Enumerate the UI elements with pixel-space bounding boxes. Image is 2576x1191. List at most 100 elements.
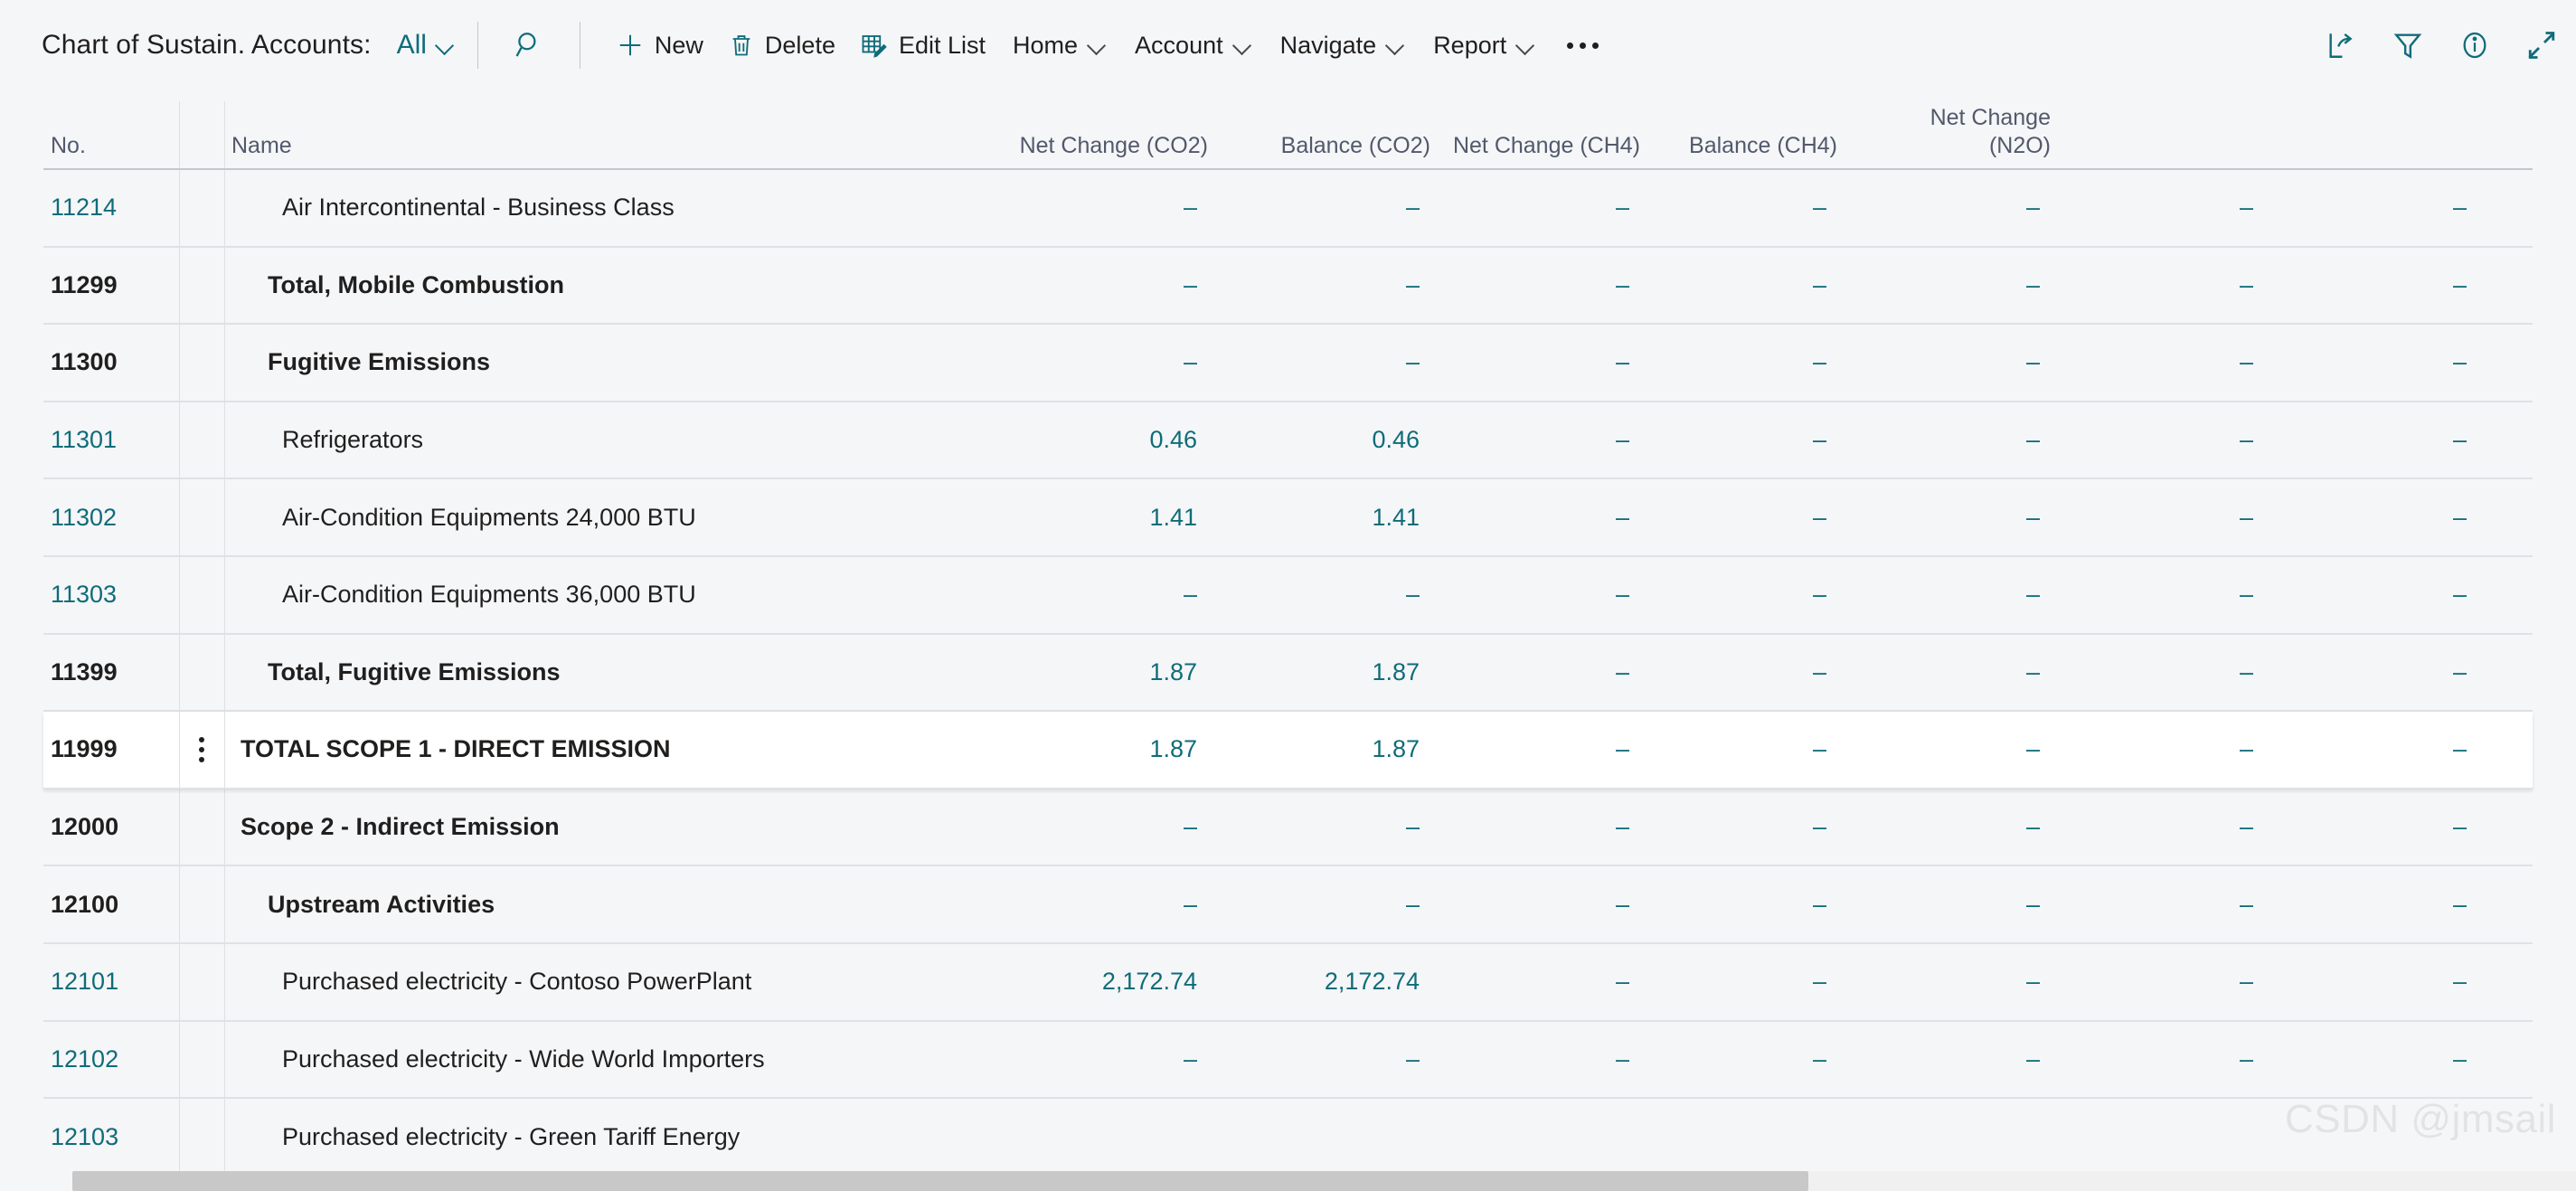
cell-value[interactable] <box>2051 1099 2264 1177</box>
cell-value[interactable]: – <box>2051 789 2264 865</box>
cell-value[interactable]: – <box>1640 557 1837 633</box>
cell-value[interactable]: – <box>1430 402 1640 478</box>
cell-value[interactable]: – <box>1640 944 1837 1020</box>
cell-value[interactable]: 0.46 <box>948 402 1208 478</box>
cell-value[interactable] <box>1208 1099 1430 1177</box>
cell-value[interactable]: – <box>1430 479 1640 555</box>
cell-value[interactable]: – <box>1640 635 1837 711</box>
cell-no[interactable]: 12000 <box>43 789 179 865</box>
cell-value[interactable]: – <box>1640 1022 1837 1098</box>
cell-value[interactable]: 1.87 <box>948 635 1208 711</box>
cell-value[interactable]: – <box>1208 325 1430 401</box>
cell-value[interactable]: – <box>1837 325 2051 401</box>
cell-value[interactable]: – <box>2264 1022 2477 1098</box>
cell-value[interactable]: – <box>948 557 1208 633</box>
cell-no[interactable]: 11302 <box>43 479 179 555</box>
cell-name[interactable]: Air-Condition Equipments 24,000 BTU <box>224 479 948 555</box>
cell-value[interactable]: – <box>2264 557 2477 633</box>
cell-name[interactable]: Upstream Activities <box>224 866 948 942</box>
cell-value[interactable]: 0.46 <box>1208 402 1430 478</box>
cell-name[interactable]: Purchased electricity - Wide World Impor… <box>224 1022 948 1098</box>
menu-home[interactable]: Home <box>998 23 1120 69</box>
menu-report[interactable]: Report <box>1419 23 1549 69</box>
cell-value[interactable]: – <box>1837 479 2051 555</box>
cell-value[interactable]: – <box>2051 712 2264 788</box>
table-row[interactable]: 12103 Purchased electricity - Green Tarif… <box>43 1099 2533 1177</box>
cell-value[interactable]: – <box>2264 789 2477 865</box>
cell-value[interactable]: – <box>2051 248 2264 324</box>
column-header-net-change-co2[interactable]: Net Change (CO2) <box>948 132 1208 160</box>
table-row[interactable]: 12101 Purchased electricity - Contoso Pow… <box>43 943 2533 1022</box>
cell-value[interactable]: – <box>1837 248 2051 324</box>
cell-value[interactable]: – <box>1837 635 2051 711</box>
horizontal-scrollbar-thumb[interactable] <box>72 1171 1808 1191</box>
cell-value[interactable]: – <box>2051 557 2264 633</box>
cell-value[interactable]: – <box>1837 944 2051 1020</box>
cell-value[interactable] <box>1640 1099 1837 1177</box>
cell-name[interactable]: Scope 2 - Indirect Emission <box>224 789 948 865</box>
cell-value[interactable]: 1.41 <box>1208 479 1430 555</box>
cell-name[interactable]: Purchased electricity - Green Tariff Ene… <box>224 1099 948 1177</box>
cell-value[interactable]: – <box>1837 866 2051 942</box>
cell-no[interactable]: 12101 <box>43 944 179 1020</box>
cell-value[interactable]: – <box>1837 402 2051 478</box>
cell-no[interactable]: 11300 <box>43 325 179 401</box>
cell-value[interactable]: – <box>1430 325 1640 401</box>
search-button[interactable] <box>502 18 556 72</box>
cell-name[interactable]: Fugitive Emissions <box>224 325 948 401</box>
cell-value[interactable] <box>948 1099 1208 1177</box>
cell-value[interactable]: – <box>1208 1022 1430 1098</box>
menu-navigate[interactable]: Navigate <box>1266 23 1420 69</box>
table-row[interactable]: 11301 Refrigerators 0.46 0.46 – – – – – <box>43 402 2533 480</box>
cell-value[interactable]: – <box>2051 479 2264 555</box>
cell-value[interactable]: – <box>1837 712 2051 788</box>
collapse-button[interactable] <box>2515 18 2569 72</box>
cell-value[interactable]: – <box>1430 170 1640 246</box>
new-button[interactable]: New <box>604 23 716 69</box>
cell-value[interactable]: – <box>2264 866 2477 942</box>
cell-no[interactable]: 11999 <box>43 712 179 788</box>
table-row[interactable]: 12102 Purchased electricity - Wide World … <box>43 1021 2533 1100</box>
cell-value[interactable]: – <box>1208 170 1430 246</box>
cell-value[interactable]: – <box>1837 789 2051 865</box>
view-selector[interactable]: All <box>397 30 454 61</box>
cell-value[interactable]: – <box>948 325 1208 401</box>
more-options-button[interactable] <box>1549 30 1617 61</box>
cell-value[interactable]: – <box>948 248 1208 324</box>
cell-name[interactable]: Refrigerators <box>224 402 948 478</box>
cell-value[interactable]: 1.87 <box>1208 712 1430 788</box>
cell-value[interactable]: – <box>1430 712 1640 788</box>
table-row[interactable]: 11299 Total, Mobile Combustion – – – – – – – <box>43 247 2533 326</box>
column-header-name[interactable]: Name <box>231 132 292 160</box>
cell-value[interactable] <box>1837 1099 2051 1177</box>
table-row[interactable]: 12100 Upstream Activities – – – – – – – <box>43 866 2533 944</box>
info-button[interactable] <box>2448 18 2502 72</box>
cell-value[interactable]: 2,172.74 <box>1208 944 1430 1020</box>
cell-name[interactable]: Air-Condition Equipments 36,000 BTU <box>224 557 948 633</box>
cell-no[interactable]: 11399 <box>43 635 179 711</box>
column-divider[interactable] <box>179 101 180 168</box>
table-row[interactable]: 11214 Air Intercontinental - Business Cla… <box>43 170 2533 248</box>
cell-value[interactable]: – <box>2264 170 2477 246</box>
cell-value[interactable]: – <box>1430 635 1640 711</box>
cell-value[interactable]: – <box>1837 1022 2051 1098</box>
filter-button[interactable] <box>2381 18 2435 72</box>
table-row[interactable]: 11999 TOTAL SCOPE 1 - DIRECT EMISSION 1.87… <box>43 712 2533 789</box>
cell-value[interactable]: – <box>1208 248 1430 324</box>
cell-no[interactable]: 11303 <box>43 557 179 633</box>
cell-value[interactable]: – <box>1837 557 2051 633</box>
cell-name[interactable]: Purchased electricity - Contoso PowerPla… <box>224 944 948 1020</box>
cell-value[interactable]: – <box>2264 712 2477 788</box>
cell-value[interactable]: – <box>1640 789 1837 865</box>
table-row[interactable]: 11399 Total, Fugitive Emissions 1.87 1.87 – –… <box>43 634 2533 713</box>
cell-value[interactable]: – <box>1430 557 1640 633</box>
cell-value[interactable]: – <box>2051 325 2264 401</box>
cell-value[interactable]: – <box>2264 402 2477 478</box>
column-header-net-change-ch4[interactable]: Net Change (CH4) <box>1430 132 1640 160</box>
column-header-net-change-n2o[interactable]: Net Change (N2O) <box>1837 104 2051 159</box>
cell-no[interactable]: 11214 <box>43 170 179 246</box>
cell-value[interactable]: – <box>1837 170 2051 246</box>
cell-value[interactable]: 2,172.74 <box>948 944 1208 1020</box>
table-row[interactable]: 11300 Fugitive Emissions – – – – – – – <box>43 325 2533 402</box>
cell-value[interactable]: – <box>1430 944 1640 1020</box>
